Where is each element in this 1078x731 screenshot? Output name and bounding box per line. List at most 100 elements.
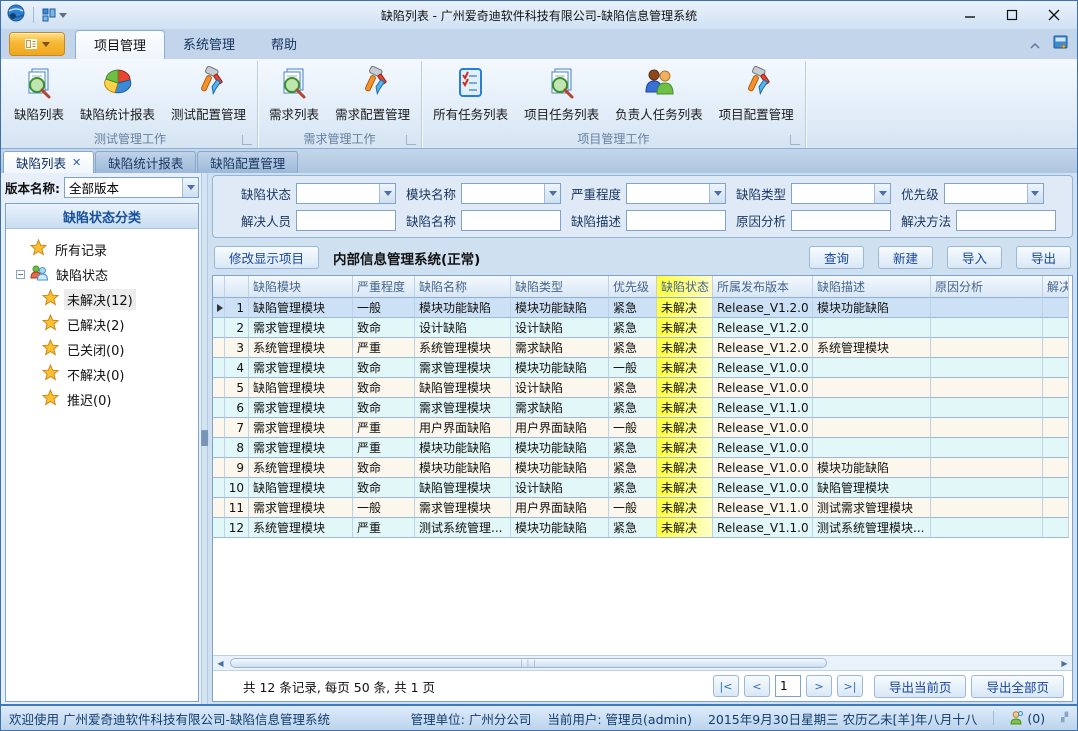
filter-input[interactable] — [956, 210, 1056, 231]
column-header[interactable]: 缺陷类型 — [511, 276, 609, 298]
version-select[interactable]: 全部版本 — [64, 177, 199, 198]
row-number: 9 — [225, 458, 249, 478]
ribbon-button[interactable]: 需求配置管理 — [327, 61, 418, 125]
last-page-button[interactable]: >| — [837, 675, 863, 697]
close-tab-icon[interactable]: ✕ — [72, 156, 81, 169]
tree-item[interactable]: 已关闭(0) — [16, 337, 196, 362]
chevron-down-icon[interactable] — [874, 184, 890, 203]
ribbon-tab[interactable]: 帮助 — [253, 30, 315, 59]
page-number-input[interactable] — [775, 675, 801, 697]
tree-item[interactable]: 不解决(0) — [16, 362, 196, 387]
tree-item[interactable]: 已解决(2) — [16, 312, 196, 337]
column-header[interactable]: 缺陷状态 — [657, 276, 713, 298]
table-row[interactable]: 10缺陷管理模块致命缺陷管理模块设计缺陷紧急未解决Release_V1.0.0缺… — [213, 478, 1072, 498]
scrollbar-track[interactable]: | | | — [228, 656, 1057, 670]
filter-field: 缺陷名称 — [406, 210, 561, 231]
dialog-launcher-icon[interactable] — [790, 135, 800, 145]
people-icon — [641, 65, 677, 101]
dialog-launcher-icon[interactable] — [242, 135, 252, 145]
filter-combobox[interactable] — [791, 183, 891, 204]
column-header[interactable]: 缺陷名称 — [415, 276, 511, 298]
app-menu-button[interactable] — [9, 32, 65, 56]
first-page-button[interactable]: |< — [713, 675, 739, 697]
tree-item[interactable]: 所有记录 — [16, 237, 196, 262]
table-row[interactable]: 3系统管理模块严重系统管理模块需求缺陷紧急未解决Release_V1.2.0系统… — [213, 338, 1072, 358]
tree-item[interactable]: −缺陷状态 — [16, 262, 196, 287]
export-all-pages-button[interactable]: 导出全部页 — [971, 675, 1064, 698]
filter-input[interactable] — [296, 210, 396, 231]
export-button[interactable]: 导出 — [1016, 246, 1071, 269]
document-tab[interactable]: 缺陷列表✕ — [3, 151, 94, 173]
collapse-node-icon[interactable]: − — [16, 270, 25, 279]
cell-desc — [813, 398, 931, 418]
ribbon-button[interactable]: 缺陷统计报表 — [72, 61, 163, 125]
ribbon-tab[interactable]: 项目管理 — [75, 30, 165, 59]
column-header[interactable]: 严重程度 — [353, 276, 415, 298]
scroll-left-icon[interactable]: ◀ — [213, 656, 228, 670]
filter-input[interactable] — [626, 210, 726, 231]
chevron-down-icon[interactable] — [1027, 184, 1043, 203]
table-row[interactable]: 8需求管理模块严重模块功能缺陷模块功能缺陷紧急未解决Release_V1.0.0 — [213, 438, 1072, 458]
dialog-launcher-icon[interactable] — [406, 135, 416, 145]
filter-combobox[interactable] — [626, 183, 726, 204]
sidebar-splitter[interactable]: ■■■■ — [201, 173, 208, 704]
ribbon-button[interactable]: 项目任务列表 — [516, 61, 607, 125]
filter-input[interactable] — [791, 210, 891, 231]
chevron-down-icon[interactable] — [182, 178, 198, 197]
table-row[interactable]: 12系统管理模块严重测试系统管理...模块功能缺陷紧急未解决Release_V1… — [213, 518, 1072, 538]
column-header[interactable]: 原因分析 — [931, 276, 1043, 298]
resize-grip-icon[interactable]: ▞ — [1061, 713, 1069, 723]
prev-page-button[interactable]: < — [744, 675, 770, 697]
table-row[interactable]: 2需求管理模块致命设计缺陷设计缺陷紧急未解决Release_V1.2.0 — [213, 318, 1072, 338]
horizontal-scrollbar[interactable]: ◀ | | | ▶ — [213, 655, 1072, 670]
filter-combobox[interactable] — [296, 183, 396, 204]
cell-solution — [1043, 378, 1069, 398]
table-row[interactable]: 4需求管理模块致命需求管理模块模块功能缺陷一般未解决Release_V1.0.0 — [213, 358, 1072, 378]
filter-combobox[interactable] — [944, 183, 1044, 204]
tree-item[interactable]: 未解决(12) — [16, 287, 196, 312]
column-header[interactable]: 缺陷模块 — [249, 276, 353, 298]
table-row[interactable]: 5缺陷管理模块致命缺陷管理模块设计缺陷紧急未解决Release_V1.0.0 — [213, 378, 1072, 398]
ribbon-button[interactable]: 负责人任务列表 — [607, 61, 711, 125]
column-header[interactable]: 解决方法 — [1043, 276, 1069, 298]
ribbon-button[interactable]: 测试配置管理 — [163, 61, 254, 125]
filter-combobox[interactable] — [461, 183, 561, 204]
maximize-button[interactable] — [995, 4, 1029, 26]
quick-access-button[interactable] — [42, 8, 67, 22]
chevron-down-icon[interactable] — [709, 184, 725, 203]
column-header[interactable]: 优先级 — [609, 276, 657, 298]
ribbon-button[interactable]: 项目配置管理 — [711, 61, 802, 125]
chevron-down-icon[interactable] — [379, 184, 395, 203]
ribbon-button[interactable]: 所有任务列表 — [425, 61, 516, 125]
filter-field: 缺陷描述 — [571, 210, 726, 231]
table-row[interactable]: 11需求管理模块一般需求管理模块用户界面缺陷一般未解决Release_V1.1.… — [213, 498, 1072, 518]
switch-window-button[interactable] — [1053, 34, 1069, 54]
column-header[interactable]: 所属发布版本 — [713, 276, 813, 298]
table-row[interactable]: 6需求管理模块致命需求管理模块需求缺陷紧急未解决Release_V1.1.0 — [213, 398, 1072, 418]
ribbon-button[interactable]: 缺陷列表 — [6, 61, 72, 125]
table-row[interactable]: 1缺陷管理模块一般模块功能缺陷模块功能缺陷紧急未解决Release_V1.2.0… — [213, 298, 1072, 318]
import-button[interactable]: 导入 — [947, 246, 1002, 269]
ribbon-button-label: 项目任务列表 — [524, 104, 599, 123]
tree-item[interactable]: 推迟(0) — [16, 387, 196, 412]
document-tab[interactable]: 缺陷配置管理 — [197, 151, 298, 173]
modify-columns-button[interactable]: 修改显示项目 — [214, 246, 319, 269]
cell-module: 需求管理模块 — [249, 398, 353, 418]
minimize-button[interactable] — [953, 4, 987, 26]
column-header[interactable]: 缺陷描述 — [813, 276, 931, 298]
chevron-down-icon[interactable] — [544, 184, 560, 203]
collapse-ribbon-button[interactable] — [1029, 35, 1041, 54]
close-button[interactable] — [1037, 4, 1071, 26]
table-row[interactable]: 7需求管理模块严重用户界面缺陷用户界面缺陷一般未解决Release_V1.0.0 — [213, 418, 1072, 438]
query-button[interactable]: 查询 — [809, 246, 864, 269]
scroll-right-icon[interactable]: ▶ — [1057, 656, 1072, 670]
scrollbar-thumb[interactable]: | | | — [230, 658, 827, 668]
next-page-button[interactable]: > — [806, 675, 832, 697]
ribbon-button[interactable]: 需求列表 — [261, 61, 327, 125]
document-tab[interactable]: 缺陷统计报表 — [95, 151, 196, 173]
new-button[interactable]: 新建 — [878, 246, 933, 269]
filter-input[interactable] — [461, 210, 561, 231]
export-current-page-button[interactable]: 导出当前页 — [874, 675, 967, 698]
ribbon-tab[interactable]: 系统管理 — [165, 30, 253, 59]
table-row[interactable]: 9系统管理模块致命模块功能缺陷模块功能缺陷紧急未解决Release_V1.0.0… — [213, 458, 1072, 478]
